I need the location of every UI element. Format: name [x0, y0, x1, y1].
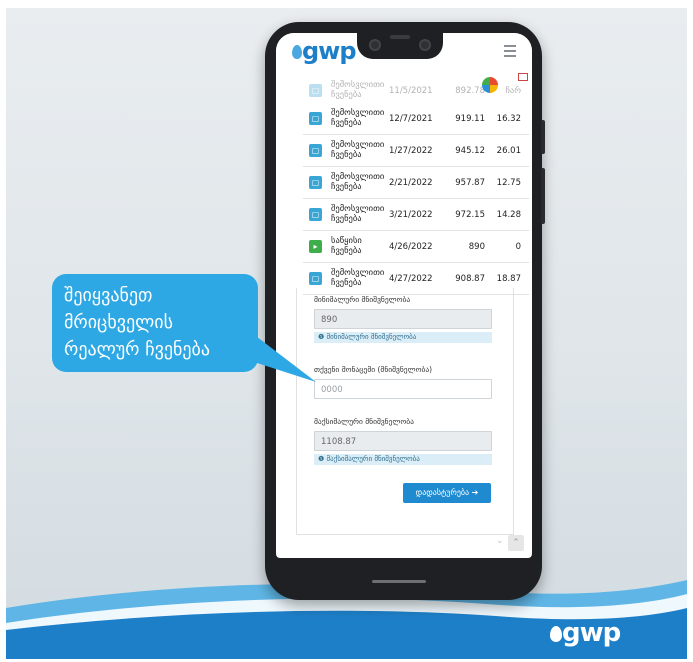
min-hint-text: მინიმალური მნიშვნელობა: [326, 333, 417, 341]
row-value: 919.11: [455, 114, 485, 124]
current-label: თქვენი მონაცემი (მნიშვნელობა): [314, 365, 433, 374]
document-icon[interactable]: ▢: [309, 208, 322, 221]
callout-text: შეიყვანეთ მრიცხველის რეალურ ჩვენება: [64, 282, 254, 363]
callout-tail: [248, 330, 316, 382]
row-consumption: 12.75: [496, 178, 521, 188]
home-indicator: [372, 580, 426, 583]
volume-button: [541, 168, 545, 224]
max-hint-text: მაქსიმალური მნიშვნელობა: [326, 455, 420, 463]
brand-drop-icon: [550, 626, 562, 642]
power-button: [541, 120, 545, 154]
min-value-field: 890: [314, 309, 492, 329]
row-value: 957.87: [455, 178, 485, 188]
row-value: 945.12: [455, 146, 485, 156]
row-type: შემოსვლითი ჩვენება: [331, 204, 385, 224]
header-date: 11/5/2021: [389, 86, 433, 96]
row-value: 972.15: [455, 210, 485, 220]
table-row: ▢ შემოსვლითი ჩვენება 1/27/2022 945.12 26.01: [303, 135, 529, 167]
document-icon[interactable]: ▢: [309, 272, 322, 285]
row-date: 4/26/2022: [389, 242, 433, 252]
info-icon: ❶: [318, 333, 327, 341]
row-value: 890: [468, 242, 485, 252]
row-consumption: 18.87: [496, 274, 521, 284]
document-icon[interactable]: ▢: [309, 144, 322, 157]
menu-icon[interactable]: [504, 45, 516, 60]
table-row: ▸ საწყისი ჩვენება 4/26/2022 890 0: [303, 231, 529, 263]
chevron-down-icon: ⌄: [496, 536, 504, 546]
info-icon: ❶: [318, 455, 327, 463]
row-date: 12/7/2021: [389, 114, 433, 124]
callout-line-3: რეალურ ჩვენება: [64, 339, 210, 360]
max-value-field: 1108.87: [314, 431, 492, 451]
row-consumption: 14.28: [496, 210, 521, 220]
min-hint: ❶ მინიმალური მნიშვნელობა: [314, 332, 492, 343]
callout-line-2: მრიცხველის: [64, 312, 173, 333]
current-reading-input[interactable]: 0000: [314, 379, 492, 399]
camera-icon: [419, 39, 431, 51]
confirm-button[interactable]: დადასტურება ➔: [403, 483, 491, 503]
phone-notch: [357, 29, 443, 59]
camera-icon: [369, 39, 381, 51]
header-value: 892.78: [455, 86, 485, 96]
max-hint: ❶ მაქსიმალური მნიშვნელობა: [314, 454, 492, 465]
brand-logo: gwp: [562, 618, 621, 648]
scroll-top-button[interactable]: ⌃: [508, 535, 524, 551]
row-consumption: 0: [515, 242, 521, 252]
water-drop-icon: [292, 45, 302, 59]
max-label: მაქსიმალური მნიშვნელობა: [314, 417, 414, 426]
document-icon[interactable]: ▢: [309, 176, 322, 189]
readings-table: ▢ შემოსვლითი ჩვენება 11/5/2021 892.78 ჩა…: [303, 75, 529, 295]
table-row: ▢ შემოსვლითი ჩვენება 3/21/2022 972.15 14.28: [303, 199, 529, 231]
row-type: შემოსვლითი ჩვენება: [331, 140, 385, 160]
app-logo[interactable]: gwp: [302, 37, 357, 65]
row-type: შემოსვლითი ჩვენება: [331, 108, 385, 128]
header-type: შემოსვლითი ჩვენება: [331, 80, 385, 100]
document-icon[interactable]: ▢: [309, 112, 322, 125]
row-type: შემოსვლითი ჩვენება: [331, 268, 385, 288]
flag-icon[interactable]: [518, 73, 528, 81]
row-date: 4/27/2022: [389, 274, 433, 284]
start-icon[interactable]: ▸: [309, 240, 322, 253]
row-date: 1/27/2022: [389, 146, 433, 156]
chat-globe-icon[interactable]: [482, 77, 498, 93]
row-value: 908.87: [455, 274, 485, 284]
table-row: ▢ შემოსვლითი ჩვენება 2/21/2022 957.87 12.75: [303, 167, 529, 199]
phone-screen: gwp ▢ შემოსვლითი ჩვენება 11/5/2021 892.7…: [276, 33, 532, 558]
min-label: მინიმალური მნიშვნელობა: [314, 295, 411, 304]
speaker-grille: [390, 35, 410, 39]
document-icon: ▢: [309, 84, 322, 97]
row-date: 2/21/2022: [389, 178, 433, 188]
row-type: შემოსვლითი ჩვენება: [331, 172, 385, 192]
callout-line-1: შეიყვანეთ: [64, 285, 153, 306]
table-row: ▢ შემოსვლითი ჩვენება 12/7/2021 919.11 16.32: [303, 103, 529, 135]
row-consumption: 26.01: [496, 146, 521, 156]
row-consumption: 16.32: [496, 114, 521, 124]
row-type: საწყისი ჩვენება: [331, 236, 362, 256]
row-date: 3/21/2022: [389, 210, 433, 220]
